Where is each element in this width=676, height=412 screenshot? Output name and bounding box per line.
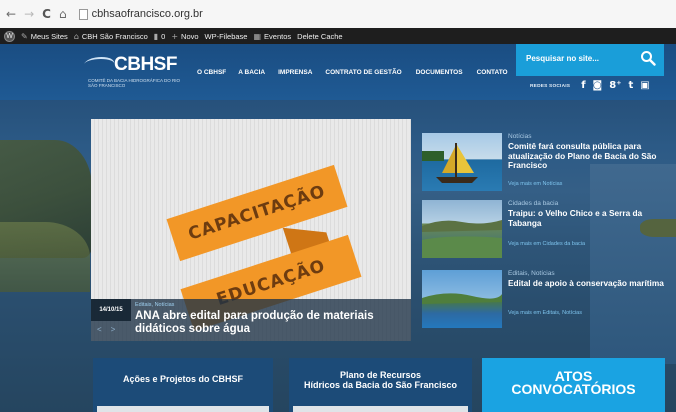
house-icon: ⌂: [73, 31, 79, 41]
browser-toolbar: ← → C ⌂ cbhsaofrancisco.org.br: [0, 0, 676, 28]
admin-item-label: Delete Cache: [297, 31, 343, 41]
wp-admin-bar: W ✎ Meus Sites ⌂ CBH São Francisco ▮ 0 +…: [0, 28, 676, 44]
admin-item-label: CBH São Francisco: [81, 31, 148, 41]
next-arrow-icon[interactable]: >: [111, 325, 116, 334]
plus-icon: +: [171, 31, 179, 41]
admin-my-sites[interactable]: ✎ Meus Sites: [21, 32, 68, 41]
admin-filebase[interactable]: WP-Filebase: [205, 32, 248, 41]
hero-caption[interactable]: 14/10/15 Editais, Notícias ANA abre edit…: [91, 299, 411, 341]
nav-item-cbhsf[interactable]: O CBHSF: [197, 69, 226, 76]
box-acoes-projetos[interactable]: Ações e Projetos do CBHSF: [93, 358, 273, 412]
news-thumbnail-boat[interactable]: [422, 133, 502, 191]
box-label: Ações e Projetos do CBHSF: [122, 374, 244, 384]
hero-title[interactable]: ANA abre edital para produção de materia…: [135, 310, 403, 336]
social-links: REDES SOCIAIS f ◙ 8⁺ t ▣: [530, 81, 650, 91]
slider-controls: < >: [97, 325, 115, 334]
nav-item-bacia[interactable]: A BACIA: [238, 69, 265, 76]
news-item[interactable]: Editais, Notícias Edital de apoio à cons…: [422, 270, 666, 328]
forward-arrow-icon[interactable]: →: [24, 8, 34, 20]
box-image-strip: [97, 406, 269, 412]
admin-delete-cache[interactable]: Delete Cache: [297, 32, 342, 41]
main-nav: O CBHSF A BACIA IMPRENSA CONTRATO DE GES…: [197, 69, 508, 76]
site-body: CBHSF COMITÊ DA BACIA HIDROGRÁFICA DO RI…: [0, 44, 676, 412]
hero-slider[interactable]: CAPACITAÇÃO EDUCAÇÃO 14/10/15 Editais, N…: [91, 119, 411, 341]
wordpress-logo-icon: W: [4, 30, 15, 42]
box-plano-recursos[interactable]: Plano de Recursos Hídricos da Bacia do S…: [289, 358, 472, 412]
background-landscape: [0, 222, 90, 292]
search-box[interactable]: Pesquisar no site...: [516, 44, 664, 76]
youtube-icon[interactable]: ▣: [640, 81, 649, 91]
admin-item-label: Novo: [181, 31, 199, 41]
background-water: [590, 164, 676, 364]
home-icon[interactable]: ⌂: [59, 8, 67, 20]
boat-image: [422, 143, 478, 183]
news-title[interactable]: Traipu: o Velho Chico e a Serra da Taban…: [508, 208, 668, 228]
news-title[interactable]: Edital de apoio à conservação marítima: [508, 278, 668, 289]
box-image-strip: [293, 406, 468, 412]
reload-icon[interactable]: C: [42, 8, 51, 20]
comment-icon: ▮: [153, 31, 159, 41]
coast-image: [422, 293, 502, 304]
url-text[interactable]: cbhsaofrancisco.org.br: [92, 8, 203, 20]
news-more-link[interactable]: Veja mais em Notícias: [508, 181, 562, 187]
calendar-icon: ▦: [253, 31, 262, 41]
news-item[interactable]: Cidades da bacia Traipu: o Velho Chico e…: [422, 200, 666, 258]
river-image: [422, 220, 502, 258]
back-arrow-icon[interactable]: ←: [6, 8, 16, 20]
admin-item-label: Meus Sites: [30, 31, 68, 41]
news-item[interactable]: Notícias Comitê fará consulta pública pa…: [422, 133, 666, 191]
box-atos-convocatorios[interactable]: ATOS CONVOCATÓRIOS: [482, 358, 665, 412]
admin-events[interactable]: ▦ Eventos: [253, 32, 291, 41]
wp-logo-item[interactable]: W: [4, 30, 15, 42]
news-title[interactable]: Comitê fará consulta pública para atuali…: [508, 141, 668, 171]
news-thumbnail-coast[interactable]: [422, 270, 502, 328]
search-icon[interactable]: [640, 50, 656, 66]
news-category[interactable]: Notícias: [508, 133, 531, 140]
news-more-link[interactable]: Veja mais em Cidades da bacia: [508, 241, 585, 247]
logo-wave-icon: [81, 57, 117, 71]
box-label-line2: Hídricos da Bacia do São Francisco: [303, 380, 458, 390]
admin-new[interactable]: + Novo: [171, 32, 198, 41]
admin-item-label: WP-Filebase: [204, 31, 248, 41]
twitter-icon[interactable]: t: [629, 81, 634, 91]
search-input[interactable]: Pesquisar no site...: [526, 54, 599, 63]
hero-date: 14/10/15: [91, 299, 131, 321]
news-thumbnail-river[interactable]: [422, 200, 502, 258]
address-bar[interactable]: cbhsaofrancisco.org.br: [78, 8, 203, 20]
site-logo[interactable]: CBHSF COMITÊ DA BACIA HIDROGRÁFICA DO RI…: [81, 53, 194, 93]
wrench-icon: ✎: [21, 31, 28, 41]
nav-item-contrato[interactable]: CONTRATO DE GESTÃO: [325, 69, 401, 76]
nav-item-contato[interactable]: CONTATO: [477, 69, 508, 76]
google-plus-icon[interactable]: 8⁺: [609, 81, 621, 91]
news-category[interactable]: Cidades da bacia: [508, 200, 558, 207]
facebook-icon[interactable]: f: [581, 81, 585, 91]
prev-arrow-icon[interactable]: <: [97, 325, 102, 334]
box-label-line2: CONVOCATÓRIOS: [511, 381, 636, 397]
admin-site-name[interactable]: ⌂ CBH São Francisco: [74, 32, 148, 41]
admin-comments[interactable]: ▮ 0: [154, 32, 166, 41]
site-header: CBHSF COMITÊ DA BACIA HIDROGRÁFICA DO RI…: [0, 44, 676, 100]
admin-item-label: 0: [161, 31, 166, 41]
box-label-line1: Plano de Recursos: [339, 370, 422, 380]
admin-item-label: Eventos: [264, 31, 292, 41]
news-category[interactable]: Editais, Notícias: [508, 270, 555, 277]
instagram-icon[interactable]: ◙: [593, 81, 603, 91]
nav-item-imprensa[interactable]: IMPRENSA: [278, 69, 312, 76]
logo-subtitle: COMITÊ DA BACIA HIDROGRÁFICA DO RIO SÃO …: [88, 78, 181, 88]
social-label: REDES SOCIAIS: [530, 83, 571, 89]
page-icon: [78, 8, 88, 20]
hero-categories[interactable]: Editais, Notícias: [135, 302, 174, 308]
logo-text: CBHSF: [114, 54, 177, 75]
nav-item-documentos[interactable]: DOCUMENTOS: [416, 69, 463, 76]
news-more-link[interactable]: Veja mais em Editais, Notícias: [508, 310, 582, 316]
